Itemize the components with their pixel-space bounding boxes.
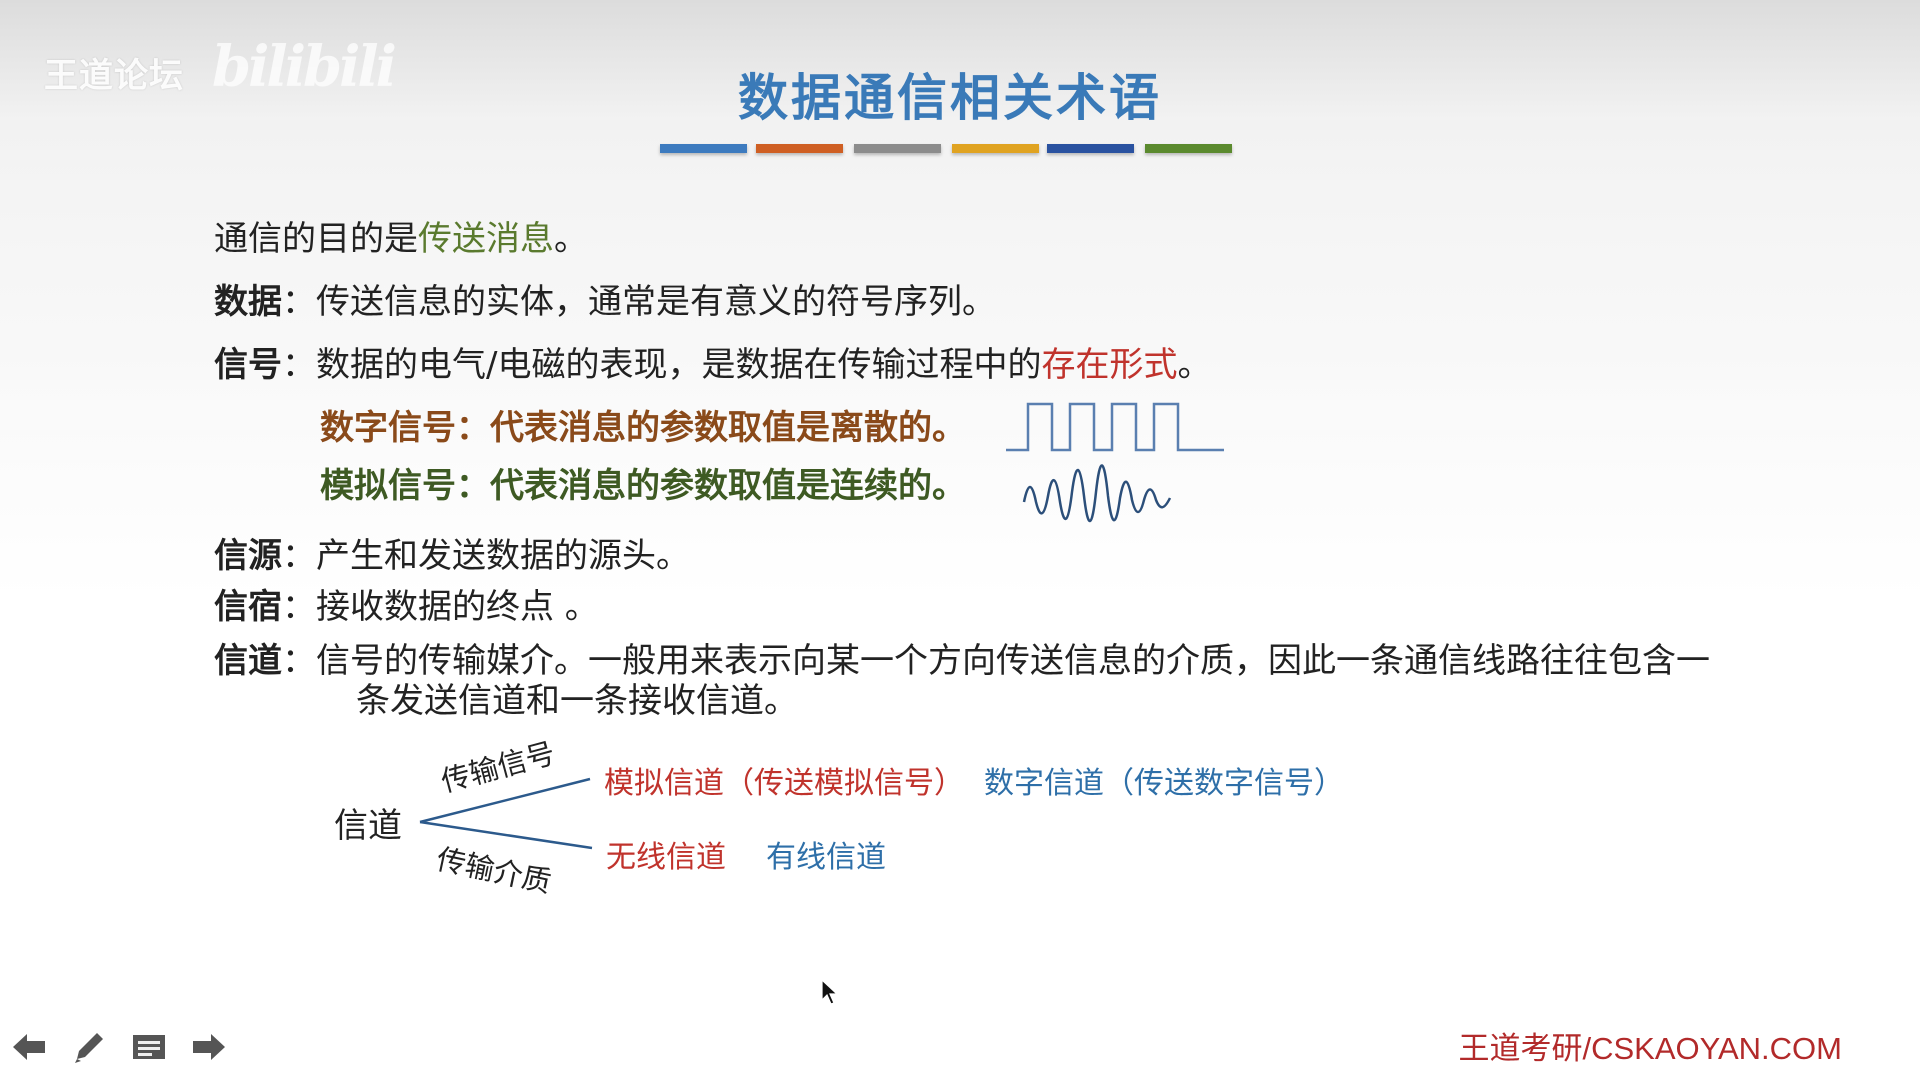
color-bar <box>854 144 941 153</box>
sink-term: 信宿 <box>214 587 282 627</box>
channel-definition-cont: 条发送信道和一条接收信道。 <box>356 681 798 721</box>
signal-colon: ： <box>282 345 316 385</box>
signal-definition: 信号：数据的电气/电磁的表现，是数据在传输过程中的存在形式。 <box>214 344 1211 386</box>
menu-icon[interactable] <box>130 1028 168 1066</box>
wired-channel: 有线信道 <box>766 840 886 875</box>
color-bar <box>1047 144 1134 153</box>
purpose-prefix: 通信的目的是 <box>214 219 418 259</box>
footer-brand: 王道考研/CSKAOYAN.COM <box>1458 1031 1842 1066</box>
digital-channel: 数字信道（传送数字信号） <box>984 766 1344 801</box>
digital-waveform-icon <box>1006 402 1224 452</box>
purpose-line: 通信的目的是传送消息。 <box>214 218 588 260</box>
wireless-channel: 无线信道 <box>606 840 726 875</box>
source-colon: ： <box>282 536 316 576</box>
mouse-cursor-icon <box>821 978 839 1005</box>
sink-definition: 信宿：接收数据的终点 。 <box>214 586 599 628</box>
slide-title: 数据通信相关术语 <box>738 69 1162 127</box>
data-definition: 数据：传送信息的实体，通常是有意义的符号序列。 <box>214 281 996 323</box>
sink-text: 接收数据的终点 。 <box>316 587 599 627</box>
tree-root: 信道 <box>334 806 402 846</box>
purpose-suffix: 。 <box>554 219 588 259</box>
sink-colon: ： <box>282 587 316 627</box>
data-term: 数据 <box>214 282 282 322</box>
color-bar <box>660 144 747 153</box>
signal-term: 信号 <box>214 345 282 385</box>
signal-text: 数据的电气/电磁的表现，是数据在传输过程中的 <box>316 345 1042 385</box>
analog-channel: 模拟信道（传送模拟信号） <box>604 766 964 801</box>
color-bar <box>1145 144 1232 153</box>
next-arrow-icon[interactable] <box>190 1028 228 1066</box>
signal-highlight: 存在形式 <box>1041 345 1178 385</box>
analog-signal-line: 模拟信号：代表消息的参数取值是连续的。 <box>320 466 966 506</box>
data-colon: ： <box>282 282 316 322</box>
color-bar <box>952 144 1039 153</box>
purpose-highlight: 传送消息 <box>418 219 554 259</box>
slide-nav <box>10 1028 228 1066</box>
data-text: 传送信息的实体，通常是有意义的符号序列。 <box>316 282 996 322</box>
channel-text: 信号的传输媒介。一般用来表示向某一个方向传送信息的介质，因此一条通信线路往往包含… <box>316 641 1710 681</box>
source-term: 信源 <box>214 536 282 576</box>
channel-definition: 信道：信号的传输媒介。一般用来表示向某一个方向传送信息的介质，因此一条通信线路往… <box>214 640 1710 682</box>
source-text: 产生和发送数据的源头。 <box>316 536 690 576</box>
color-bar <box>756 144 843 153</box>
pen-icon[interactable] <box>70 1028 108 1066</box>
source-definition: 信源：产生和发送数据的源头。 <box>214 535 690 577</box>
prev-arrow-icon[interactable] <box>10 1028 48 1066</box>
channel-term: 信道 <box>214 641 282 681</box>
analog-waveform-icon <box>1022 464 1172 523</box>
signal-suffix: 。 <box>1177 345 1212 385</box>
channel-colon: ： <box>282 641 316 681</box>
digital-signal-line: 数字信号：代表消息的参数取值是离散的。 <box>320 408 966 448</box>
